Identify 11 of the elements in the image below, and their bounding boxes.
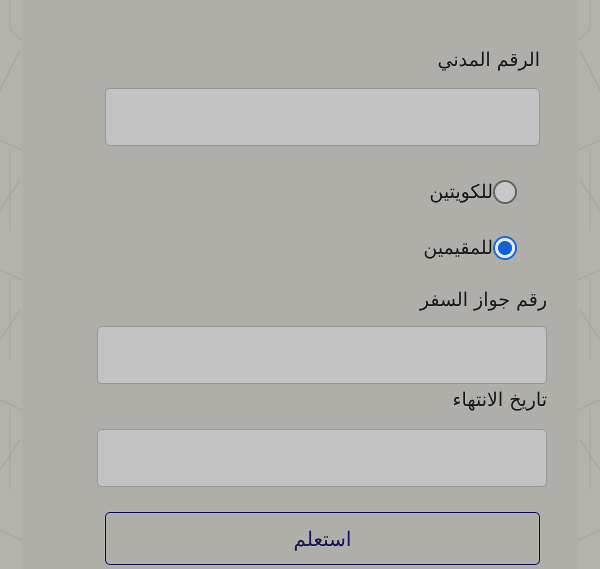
submit-button[interactable]: استعلم [105,512,540,565]
input-field[interactable] [97,429,547,487]
input-field[interactable] [105,88,540,146]
radio-option[interactable]: للمقيمين [22,220,578,276]
radio-option[interactable]: للكويتين [22,164,578,220]
radio-button[interactable] [493,180,517,204]
radio-button[interactable] [493,236,517,260]
field-label: رقم جواز السفر [418,288,548,313]
field-label: تاريخ الانتهاء [452,388,548,413]
input-field[interactable] [97,326,547,384]
field-label: الرقم المدني [436,48,541,73]
